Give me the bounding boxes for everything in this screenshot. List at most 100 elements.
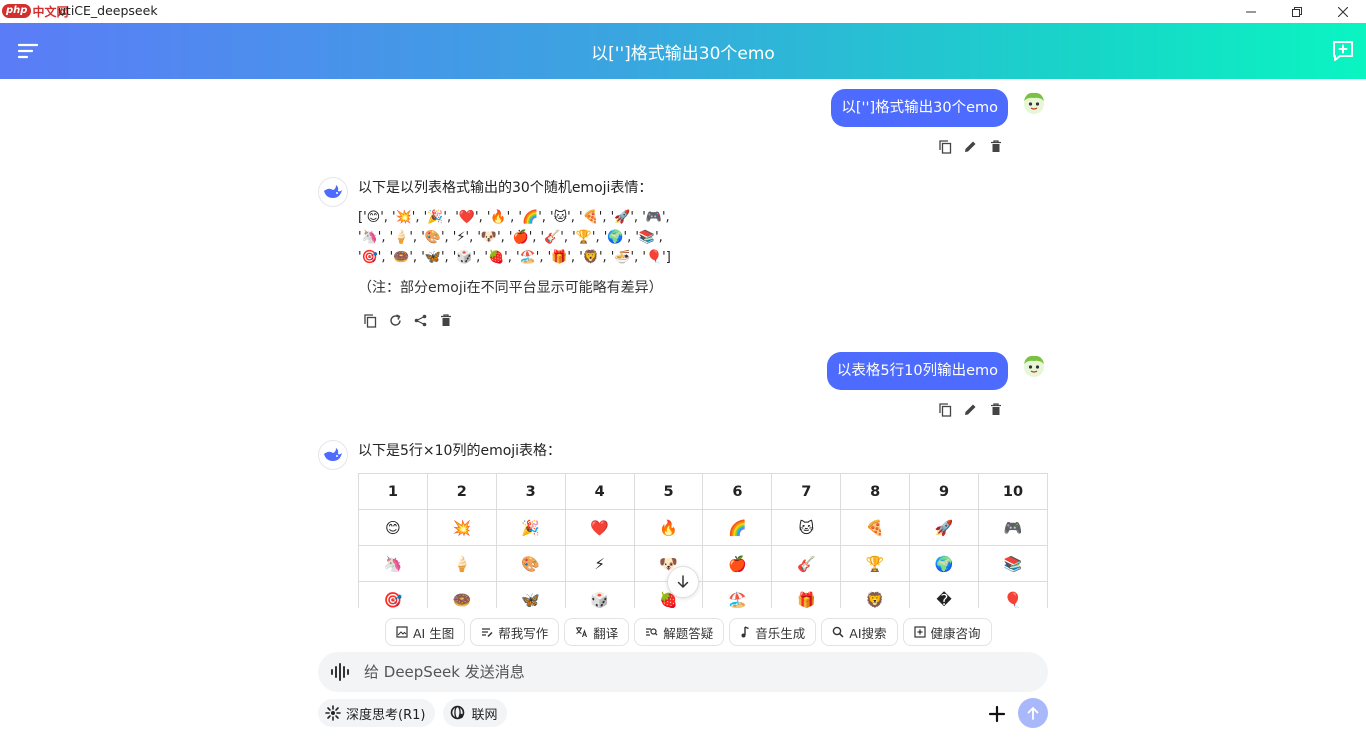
- chip-health[interactable]: 健康咨询: [902, 618, 992, 646]
- delete-button[interactable]: [438, 313, 453, 328]
- input-toggles: 深度思考(R1) 联网: [318, 699, 508, 727]
- deep-think-toggle[interactable]: 深度思考(R1): [318, 699, 436, 727]
- table-header-cell: 7: [771, 473, 842, 510]
- copy-button[interactable]: [363, 313, 378, 328]
- table-cell: 🦋: [495, 581, 566, 608]
- table-row: 🎯 🍩 🦋 🎲 🍓 🏖️ 🎁 🦁 � 🎈: [358, 581, 1048, 608]
- restore-icon: [1292, 6, 1302, 17]
- app-header: 以['']格式输出30个emo: [0, 23, 1366, 79]
- table-cell: 🍦: [426, 545, 497, 582]
- share-button[interactable]: [413, 313, 428, 328]
- chip-ai-search[interactable]: AI搜索: [821, 618, 898, 646]
- deepseek-avatar: [318, 177, 348, 207]
- table-cell: 🌍: [909, 545, 980, 582]
- table-cell: 🎸: [771, 545, 842, 582]
- chip-translate[interactable]: 翻译: [564, 618, 630, 646]
- deepseek-whale-icon: [324, 185, 342, 198]
- scroll-to-bottom-button[interactable]: [667, 566, 699, 598]
- send-button[interactable]: [1018, 698, 1048, 728]
- chip-ai-image[interactable]: AI 生图: [385, 618, 466, 646]
- regenerate-button[interactable]: [388, 313, 403, 328]
- delete-button[interactable]: [988, 402, 1003, 417]
- plus-icon: [988, 705, 1006, 723]
- trash-icon: [990, 403, 1001, 415]
- table-header-cell: 8: [840, 473, 911, 510]
- new-chat-button[interactable]: [1330, 38, 1356, 64]
- user-message: 以表格5行10列输出emo: [826, 352, 1048, 390]
- delete-button[interactable]: [988, 139, 1003, 154]
- deepseek-avatar: [318, 440, 348, 470]
- edit-button[interactable]: [963, 402, 978, 417]
- table-cell: 🍎: [702, 545, 773, 582]
- chip-writing[interactable]: 帮我写作: [470, 618, 560, 646]
- emoji-table: 1 2 3 4 5 6 7 8 9 10 😊 💥 🎉 ❤️ 🔥 🌈 🐱 🍕 🚀 …: [358, 473, 1048, 608]
- close-icon: [1338, 6, 1348, 17]
- table-cell: 🐱: [771, 509, 842, 546]
- assistant-content: 以下是5行×10列的emoji表格： 1 2 3 4 5 6 7 8 9 10: [358, 440, 1048, 608]
- music-icon: [741, 626, 750, 638]
- minimize-button[interactable]: [1228, 0, 1274, 23]
- table-cell: 📚: [978, 545, 1048, 582]
- trash-icon: [440, 314, 451, 326]
- deepseek-whale-icon: [324, 448, 342, 461]
- table-cell: 🍩: [426, 581, 497, 608]
- assistant-message-actions: [363, 313, 453, 328]
- web-search-toggle[interactable]: 联网: [443, 699, 508, 727]
- arrow-up-icon: [1027, 706, 1039, 720]
- minimize-icon: [1246, 11, 1256, 12]
- table-cell: 🎈: [978, 581, 1048, 608]
- write-icon: [482, 628, 493, 638]
- user-message-actions: [938, 139, 1003, 154]
- restore-button[interactable]: [1274, 0, 1320, 23]
- table-cell: 🦁: [840, 581, 911, 608]
- close-button[interactable]: [1320, 0, 1366, 23]
- assistant-intro: 以下是5行×10列的emoji表格：: [358, 443, 562, 459]
- edit-button[interactable]: [963, 139, 978, 154]
- page-title: 以['']格式输出30个emo: [591, 43, 775, 64]
- user-bubble: 以表格5行10列输出emo: [826, 352, 1008, 390]
- globe-icon: [451, 705, 465, 720]
- copy-button[interactable]: [938, 139, 953, 154]
- message-input-box: [318, 652, 1048, 692]
- chip-label: 健康咨询: [930, 625, 981, 641]
- table-cell: 🎲: [564, 581, 635, 608]
- menu-button[interactable]: [16, 39, 40, 63]
- table-cell: 🎮: [978, 509, 1048, 546]
- table-header-cell: 10: [978, 473, 1048, 510]
- table-cell: 🏖️: [702, 581, 773, 608]
- chip-solve[interactable]: 解题答疑: [634, 618, 725, 646]
- table-cell: 🎨: [495, 545, 566, 582]
- chip-music[interactable]: 音乐生成: [729, 618, 817, 646]
- image-icon: [396, 626, 408, 638]
- health-icon: [913, 626, 926, 638]
- menu-icon: [17, 43, 39, 59]
- emoji-line: '🎯', '🍩', '🦋', '🎲', '🍓', '🏖️', '🎁', '🦁',…: [358, 250, 671, 265]
- assistant-note: （注：部分emoji在不同平台显示可能略有差异）: [358, 280, 663, 296]
- trash-icon: [990, 140, 1001, 152]
- window-titlebar: php 中文网 utiCE_deepseek: [0, 0, 1366, 23]
- table-cell: 🦄: [358, 545, 428, 582]
- message-input[interactable]: [364, 663, 1004, 681]
- copy-icon: [364, 313, 377, 328]
- chip-label: 音乐生成: [755, 625, 806, 641]
- assistant-content: 以下是以列表格式输出的30个随机emoji表情： ['😊', '💥', '🎉',…: [358, 177, 1048, 298]
- voice-icon[interactable]: [330, 661, 352, 683]
- table-cell: 😊: [358, 509, 428, 546]
- attach-button[interactable]: [985, 702, 1009, 726]
- table-cell: 🍕: [840, 509, 911, 546]
- table-cell: 🎉: [495, 509, 566, 546]
- copy-icon: [939, 402, 952, 417]
- copy-button[interactable]: [938, 402, 953, 417]
- table-cell: 🌈: [702, 509, 773, 546]
- edit-icon: [965, 141, 976, 152]
- table-header-row: 1 2 3 4 5 6 7 8 9 10: [358, 473, 1048, 510]
- deep-think-label: 深度思考(R1): [346, 707, 426, 723]
- table-row: 🦄 🍦 🎨 ⚡ 🐶 🍎 🎸 🏆 🌍 📚: [358, 545, 1048, 582]
- chip-label: 翻译: [593, 625, 619, 641]
- logo-php: php: [2, 4, 32, 18]
- table-header-cell: 4: [564, 473, 635, 510]
- share-icon: [414, 314, 427, 327]
- chat-area[interactable]: 以['']格式输出30个emo 以下是以列表格式输出的30个随机emoji表情：: [0, 79, 1366, 608]
- assistant-intro: 以下是以列表格式输出的30个随机emoji表情：: [358, 180, 653, 196]
- table-cell: ⚡: [564, 545, 635, 582]
